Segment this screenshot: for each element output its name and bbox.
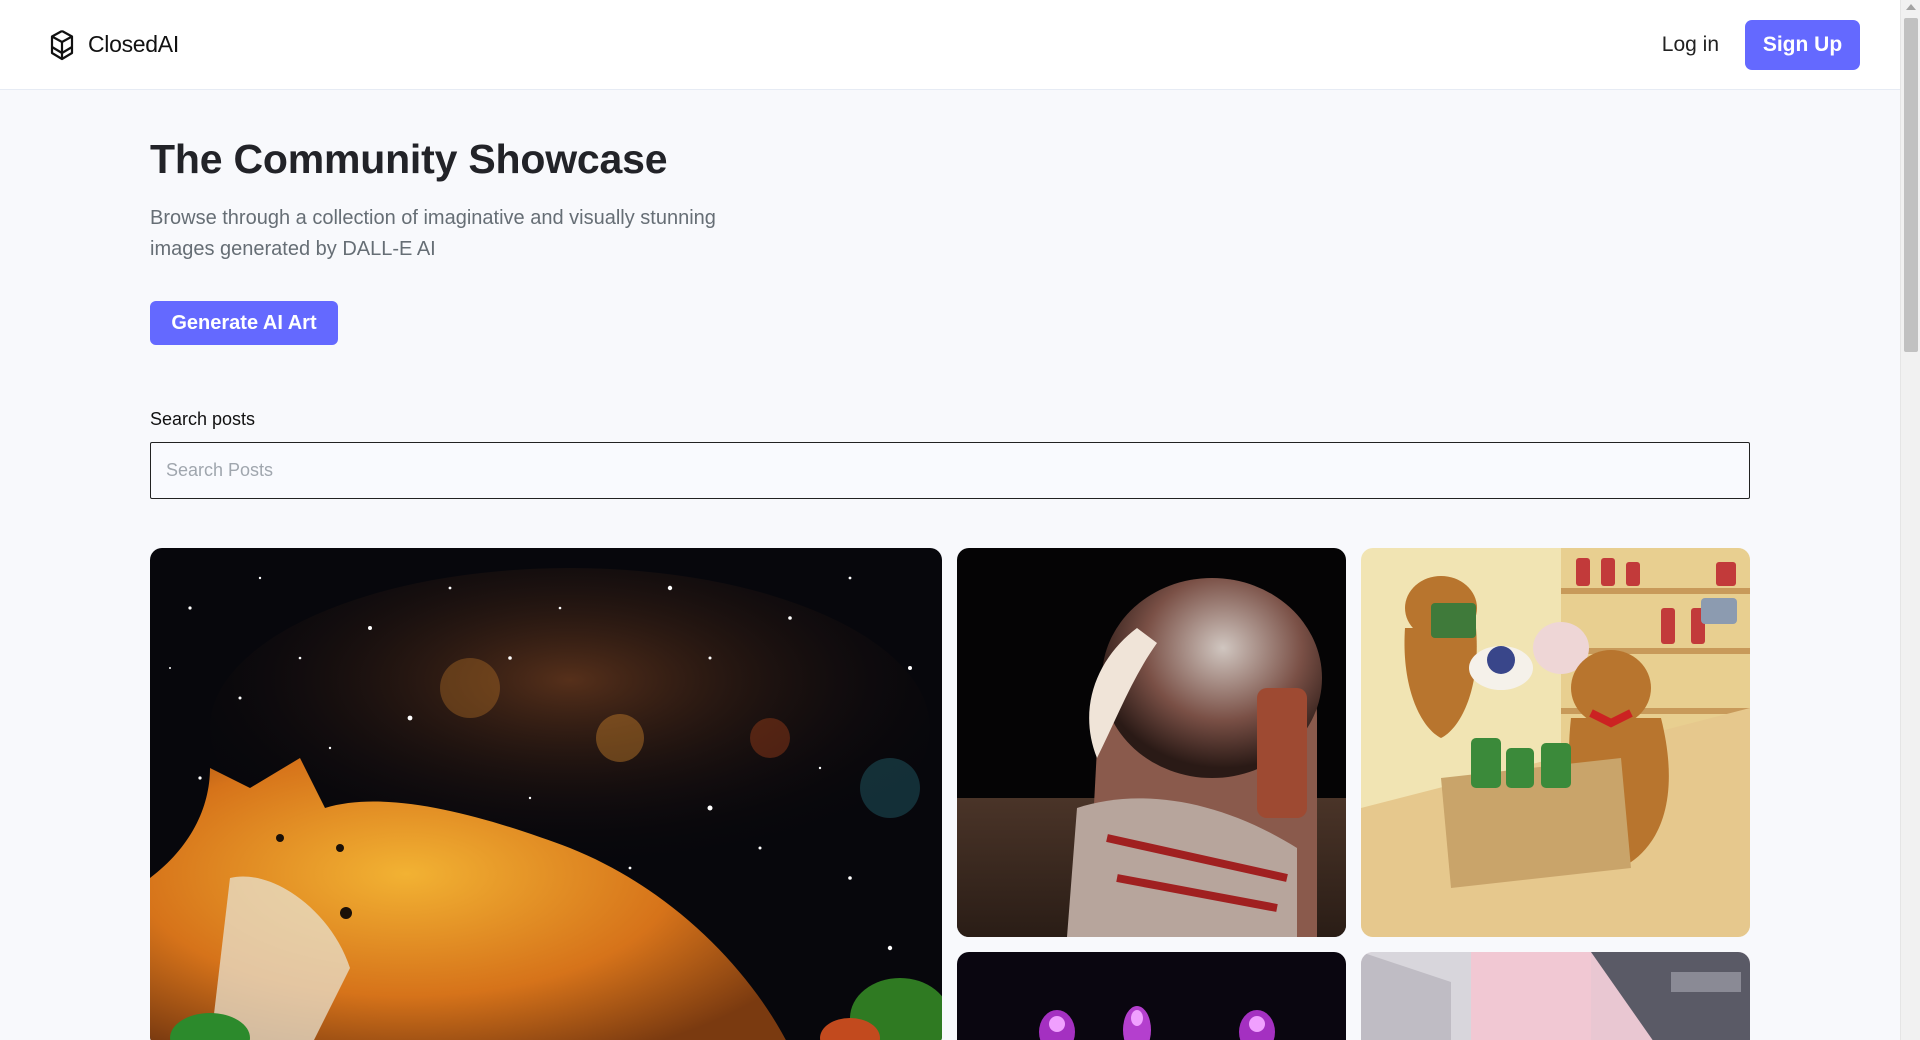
page-title: The Community Showcase	[150, 136, 668, 182]
auth-actions: Log in Sign Up	[1662, 19, 1860, 70]
gallery-card-room[interactable]	[1361, 952, 1750, 1040]
openai-knot-icon	[50, 29, 74, 60]
fox-in-space-image	[150, 548, 942, 1040]
astronaut-image	[957, 548, 1346, 937]
pink-interior-image	[1361, 952, 1750, 1040]
search-label: Search posts	[150, 409, 256, 429]
login-link[interactable]: Log in	[1662, 33, 1719, 57]
gallery-card-bears[interactable]	[1361, 548, 1750, 937]
search-input[interactable]	[150, 442, 1750, 499]
generate-ai-art-button[interactable]: Generate AI Art	[150, 301, 338, 345]
scroll-up-arrow-icon[interactable]	[1906, 4, 1916, 10]
teddy-bears-shopping-image	[1361, 548, 1750, 937]
neon-figures-image	[957, 952, 1346, 1040]
gallery-card-astronaut[interactable]	[957, 548, 1346, 937]
main-content: The Community Showcase Browse through a …	[150, 90, 1750, 499]
gallery-card-fox[interactable]	[150, 548, 942, 1040]
signup-button[interactable]: Sign Up	[1745, 19, 1860, 70]
image-gallery	[150, 548, 1750, 1040]
scrollbar-thumb[interactable]	[1904, 18, 1918, 352]
page-subtitle: Browse through a collection of imaginati…	[150, 207, 716, 260]
gallery-card-neon[interactable]	[957, 952, 1346, 1040]
brand-logo-link[interactable]: ClosedAI	[44, 27, 179, 63]
brand-name: ClosedAI	[88, 31, 179, 57]
page-scrollbar[interactable]	[1900, 0, 1920, 1040]
top-navbar: ClosedAI Log in Sign Up	[0, 0, 1900, 90]
